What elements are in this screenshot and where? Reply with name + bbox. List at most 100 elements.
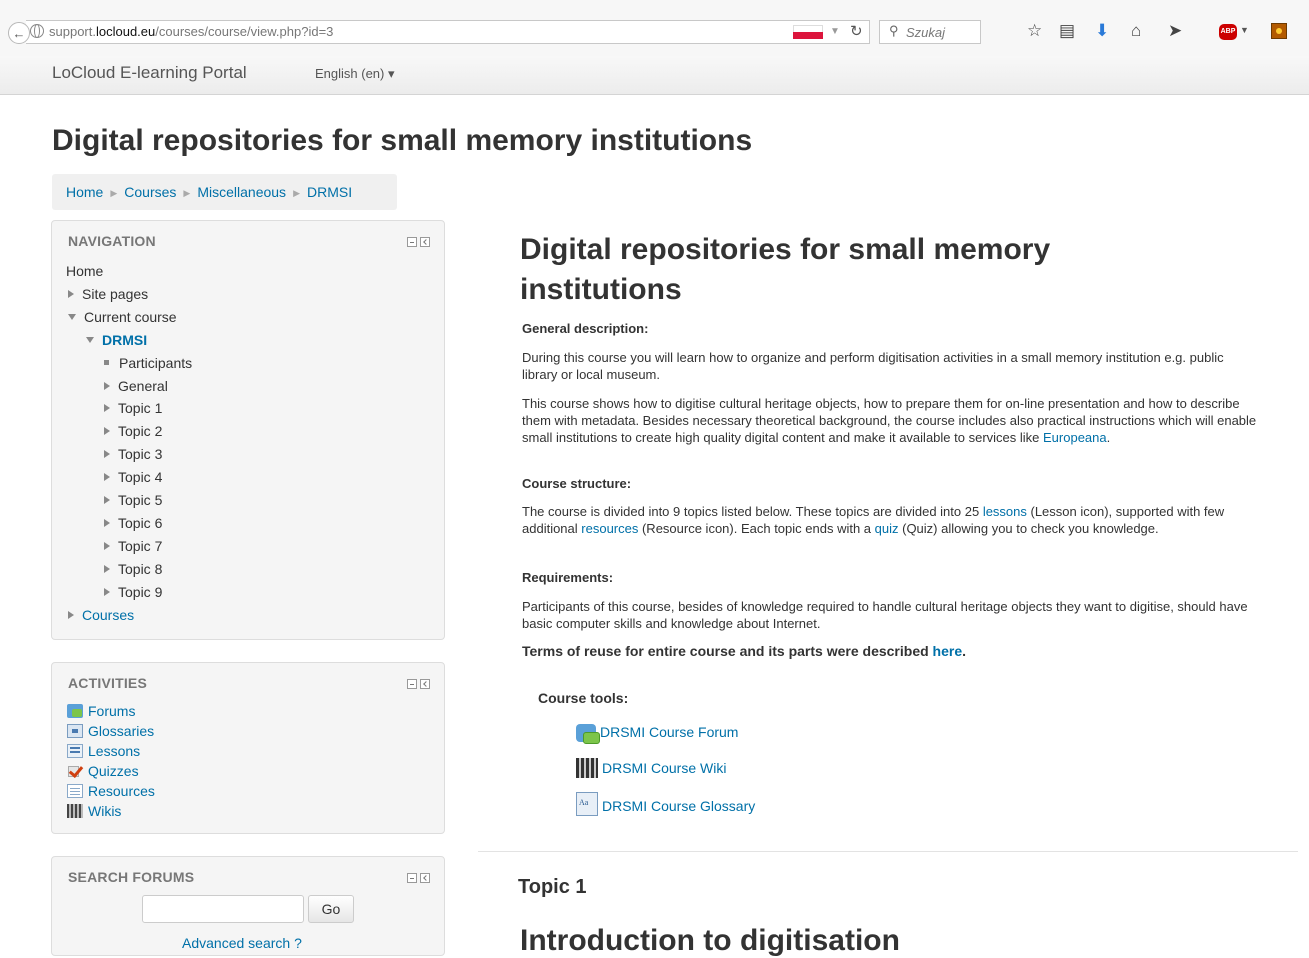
expand-triangle-icon bbox=[104, 382, 110, 390]
hide-block-icon[interactable] bbox=[407, 873, 417, 883]
adblock-dropdown-icon[interactable]: ▼ bbox=[1240, 25, 1249, 35]
search-forums-block-title: SEARCH FORUMS bbox=[68, 869, 195, 885]
requirements-heading: Requirements: bbox=[522, 570, 614, 585]
course-glossary-link[interactable]: DRSMI Course Glossary bbox=[576, 792, 755, 816]
breadcrumb-separator-icon: ▶ bbox=[110, 188, 118, 198]
nav-topic[interactable]: Topic 6 bbox=[104, 515, 162, 531]
nav-current-course[interactable]: Current course bbox=[68, 309, 177, 325]
activity-resources[interactable]: Resources bbox=[67, 783, 155, 799]
breadcrumb: Home ▶ Courses ▶ Miscellaneous ▶ DRMSI bbox=[52, 174, 397, 210]
bookmark-star-icon[interactable]: ☆ bbox=[1027, 21, 1042, 41]
collapse-triangle-icon bbox=[68, 314, 76, 320]
url-text[interactable]: support.locloud.eu/courses/course/view.p… bbox=[49, 24, 333, 39]
expand-triangle-icon bbox=[104, 473, 110, 481]
go-button[interactable]: Go bbox=[308, 895, 354, 923]
expand-triangle-icon bbox=[104, 519, 110, 527]
forum-icon bbox=[67, 704, 83, 718]
activity-glossaries[interactable]: Glossaries bbox=[67, 723, 154, 739]
activities-block-title: ACTIVITIES bbox=[68, 675, 148, 691]
bullet-icon bbox=[104, 360, 109, 365]
navigation-block: NAVIGATION Home Site pages Current cours… bbox=[51, 220, 445, 640]
activity-wikis[interactable]: Wikis bbox=[67, 803, 121, 819]
breadcrumb-home[interactable]: Home bbox=[66, 184, 103, 200]
hide-block-icon[interactable] bbox=[407, 679, 417, 689]
activity-forums[interactable]: Forums bbox=[67, 703, 135, 719]
dock-block-icon[interactable] bbox=[420, 679, 430, 689]
glossary-icon bbox=[576, 792, 598, 816]
course-structure-paragraph: The course is divided into 9 topics list… bbox=[522, 504, 1225, 536]
page-title: Digital repositories for small memory in… bbox=[52, 124, 753, 157]
nav-general[interactable]: General bbox=[104, 378, 168, 394]
nav-topic[interactable]: Topic 5 bbox=[104, 492, 162, 508]
home-icon[interactable]: ⌂ bbox=[1131, 21, 1141, 41]
language-menu[interactable]: English (en) ▾ bbox=[315, 66, 395, 82]
nav-topic[interactable]: Topic 4 bbox=[104, 469, 162, 485]
nav-topic[interactable]: Topic 8 bbox=[104, 561, 162, 577]
lesson-icon bbox=[67, 744, 83, 758]
dock-block-icon[interactable] bbox=[420, 873, 430, 883]
expand-triangle-icon bbox=[104, 565, 110, 573]
arrow-left-icon: ← bbox=[12, 25, 26, 41]
course-structure-heading: Course structure: bbox=[522, 476, 632, 491]
nav-topic[interactable]: Topic 1 bbox=[104, 400, 162, 416]
block-controls bbox=[407, 679, 430, 689]
course-tools-title: Course tools: bbox=[538, 690, 629, 706]
course-wiki-link[interactable]: DRSMI Course Wiki bbox=[576, 758, 726, 778]
site-brand-link[interactable]: LoCloud E-learning Portal bbox=[52, 63, 247, 83]
expand-triangle-icon bbox=[104, 542, 110, 550]
description-paragraph-1: During this course you will learn how to… bbox=[522, 350, 1224, 382]
magnifier-icon: ⚲ bbox=[889, 23, 899, 38]
topic-1-title: Topic 1 bbox=[518, 876, 587, 898]
section-divider bbox=[478, 851, 1298, 852]
expand-triangle-icon bbox=[104, 588, 110, 596]
description-paragraph-2: This course shows how to digitise cultur… bbox=[522, 396, 1257, 445]
expand-triangle-icon bbox=[104, 450, 110, 458]
dock-block-icon[interactable] bbox=[420, 237, 430, 247]
dropdown-arrow-icon[interactable]: ▼ bbox=[830, 26, 840, 37]
resource-icon bbox=[67, 784, 83, 798]
breadcrumb-miscellaneous[interactable]: Miscellaneous bbox=[197, 184, 286, 200]
nav-topic[interactable]: Topic 7 bbox=[104, 538, 162, 554]
hide-block-icon[interactable] bbox=[407, 237, 417, 247]
search-forums-input[interactable] bbox=[142, 895, 304, 923]
nav-topic[interactable]: Topic 3 bbox=[104, 446, 162, 462]
navigation-block-title: NAVIGATION bbox=[68, 233, 156, 249]
nav-home[interactable]: Home bbox=[66, 263, 103, 279]
nav-participants[interactable]: Participants bbox=[104, 355, 192, 371]
breadcrumb-drmsi[interactable]: DRMSI bbox=[307, 184, 352, 200]
general-description-heading: General description: bbox=[522, 321, 649, 336]
terms-of-reuse: Terms of reuse for entire course and its… bbox=[522, 643, 967, 659]
advanced-search-link[interactable]: Advanced search ? bbox=[182, 935, 302, 951]
reading-list-icon[interactable]: ▤ bbox=[1059, 21, 1075, 41]
nav-courses[interactable]: Courses bbox=[68, 607, 134, 623]
block-controls bbox=[407, 237, 430, 247]
browser-search-placeholder: Szukaj bbox=[906, 25, 946, 40]
back-button[interactable]: ← bbox=[8, 22, 30, 44]
expand-triangle-icon bbox=[104, 427, 110, 435]
here-link[interactable]: here bbox=[933, 643, 963, 659]
breadcrumb-separator-icon: ▶ bbox=[183, 188, 191, 198]
course-heading: Digital repositories for small memory ins… bbox=[520, 233, 1051, 306]
download-arrow-icon[interactable]: ⬇ bbox=[1095, 21, 1109, 41]
quiz-link[interactable]: quiz bbox=[875, 521, 899, 536]
topic-1-lesson-heading: Introduction to digitisation bbox=[520, 924, 900, 957]
activity-lessons[interactable]: Lessons bbox=[67, 743, 140, 759]
expand-triangle-icon bbox=[104, 496, 110, 504]
europeana-link[interactable]: Europeana bbox=[1043, 430, 1107, 445]
nav-site-pages[interactable]: Site pages bbox=[68, 286, 148, 302]
breadcrumb-courses[interactable]: Courses bbox=[124, 184, 176, 200]
nav-course-drmsi[interactable]: DRMSI bbox=[86, 332, 147, 348]
addon-icon[interactable] bbox=[1271, 23, 1287, 39]
block-controls bbox=[407, 873, 430, 883]
lessons-link[interactable]: lessons bbox=[983, 504, 1027, 519]
nav-topic[interactable]: Topic 9 bbox=[104, 584, 162, 600]
wiki-icon bbox=[576, 758, 598, 778]
nav-topic[interactable]: Topic 2 bbox=[104, 423, 162, 439]
course-forum-link[interactable]: DRSMI Course Forum bbox=[576, 724, 738, 744]
poland-flag-icon[interactable] bbox=[793, 25, 823, 39]
resources-link[interactable]: resources bbox=[581, 521, 638, 536]
send-icon[interactable]: ➤ bbox=[1168, 21, 1182, 41]
adblock-icon[interactable]: ABP bbox=[1219, 24, 1237, 40]
reload-icon[interactable]: ↻ bbox=[850, 22, 863, 40]
activity-quizzes[interactable]: Quizzes bbox=[67, 763, 139, 779]
